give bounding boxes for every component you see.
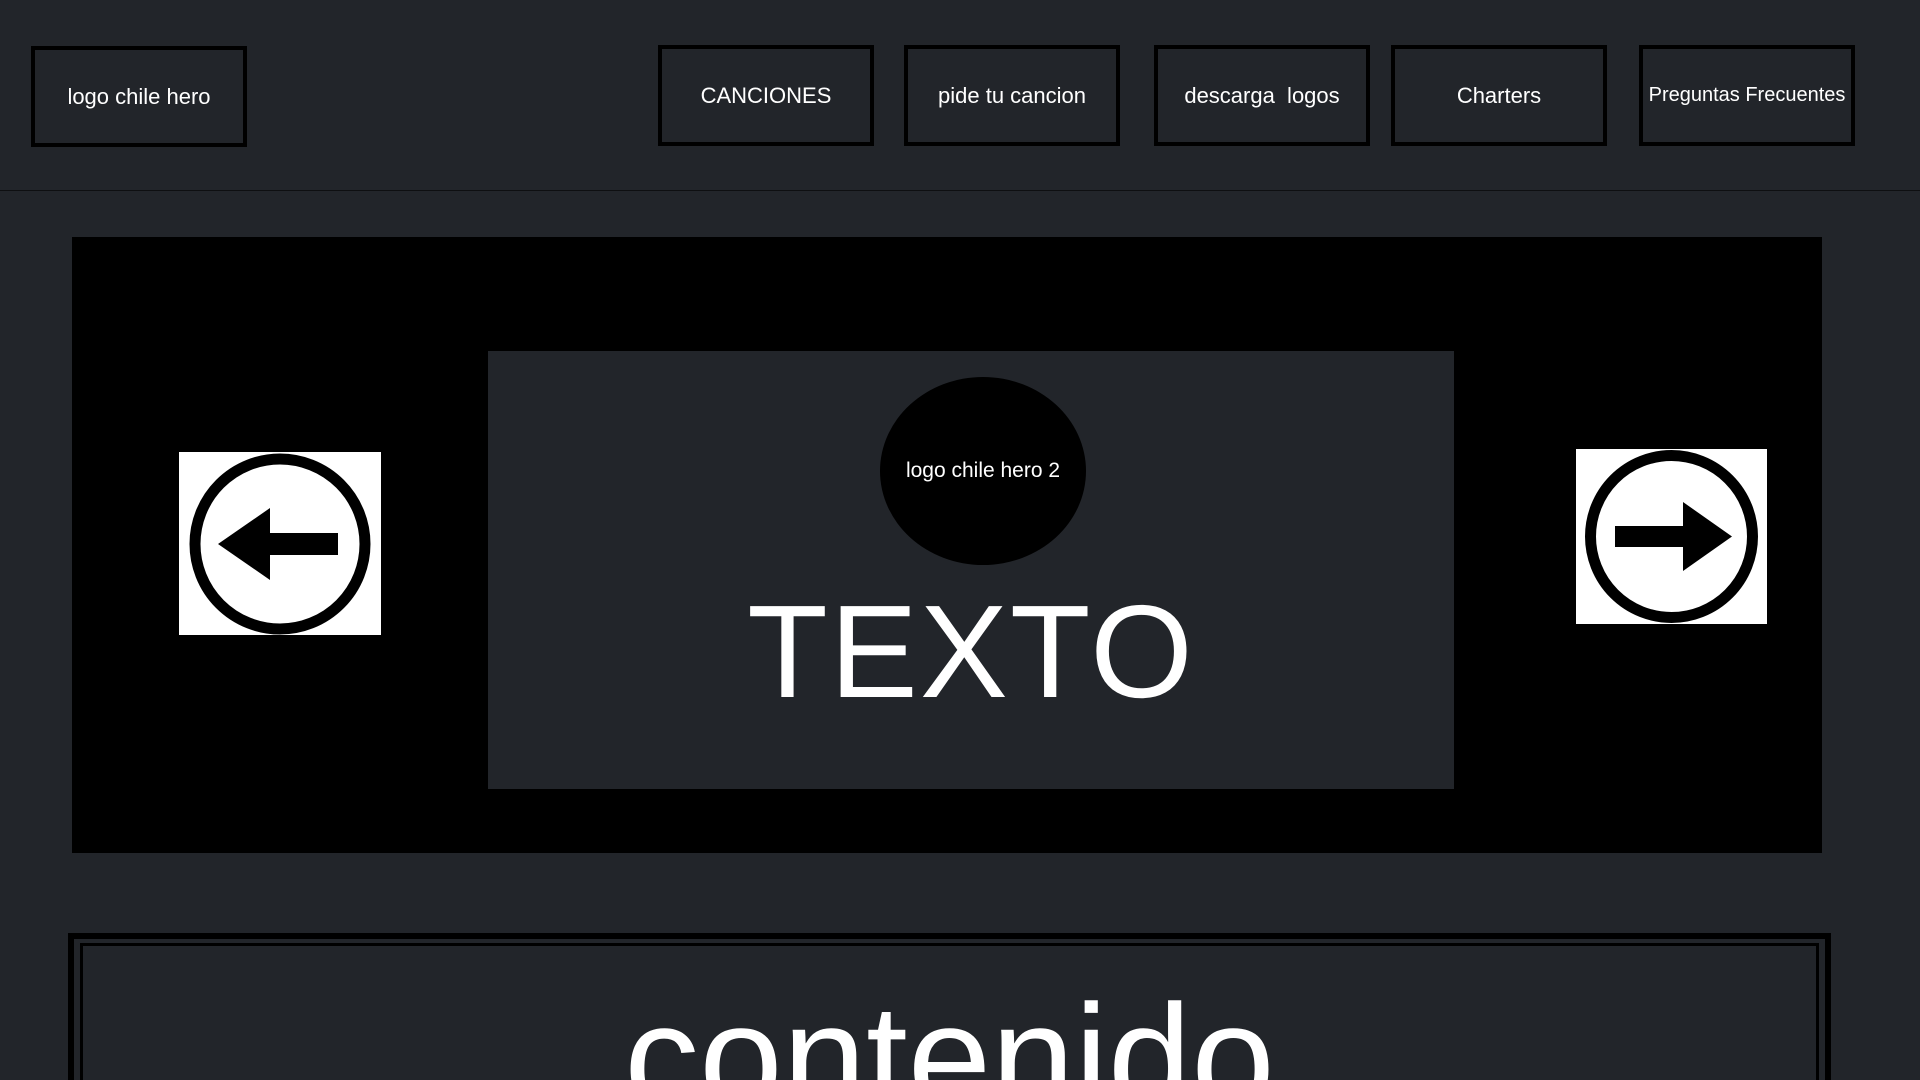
site-logo[interactable]: logo chile hero xyxy=(31,46,247,147)
carousel-next-button[interactable] xyxy=(1576,449,1767,624)
arrow-right-circle-icon xyxy=(1585,450,1758,623)
nav-item-descarga-logos[interactable]: descarga logos xyxy=(1154,45,1370,146)
nav-item-pide-tu-cancion[interactable]: pide tu cancion xyxy=(904,45,1120,146)
hero-carousel: logo chile hero 2 TEXTO xyxy=(72,237,1822,853)
content-inner-frame: contenido xyxy=(80,943,1819,1080)
nav-item-canciones[interactable]: CANCIONES xyxy=(658,45,874,146)
hero-title: TEXTO xyxy=(747,578,1195,725)
carousel-prev-button[interactable] xyxy=(179,452,381,635)
content-heading: contenido xyxy=(624,973,1275,1080)
arrow-left-circle-icon xyxy=(189,453,371,634)
nav-item-preguntas-frecuentes[interactable]: Preguntas Frecuentes xyxy=(1639,45,1855,146)
nav-item-charters[interactable]: Charters xyxy=(1391,45,1607,146)
top-navigation-bar: logo chile hero CANCIONES pide tu cancio… xyxy=(0,0,1920,191)
content-section: contenido xyxy=(68,933,1831,1080)
hero-logo: logo chile hero 2 xyxy=(880,377,1086,565)
page: logo chile hero CANCIONES pide tu cancio… xyxy=(0,0,1920,1080)
hero-content-panel: logo chile hero 2 TEXTO xyxy=(488,351,1454,789)
